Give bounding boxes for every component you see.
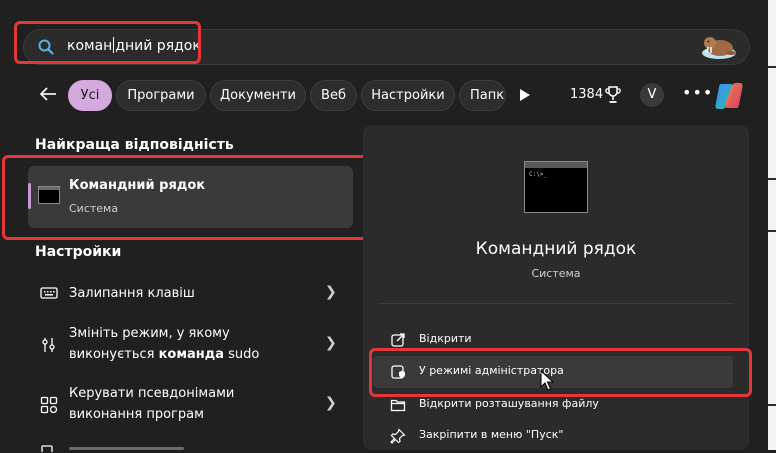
sudo-icon	[42, 338, 55, 352]
setting-label: Змініть режим, у якому виконується коман…	[69, 323, 259, 365]
search-box[interactable]: коман дний рядок	[23, 29, 750, 65]
preview-title: Командний рядок	[475, 239, 637, 259]
search-completion: дний рядок	[115, 38, 201, 54]
search-icon	[38, 39, 54, 55]
pin-icon	[390, 428, 406, 444]
play-icon[interactable]	[520, 89, 530, 101]
tab-settings[interactable]: Настройки	[361, 80, 455, 111]
tab-documents[interactable]: Документи	[210, 80, 306, 111]
edge-line	[768, 178, 776, 180]
edge-line	[768, 66, 776, 68]
tab-web[interactable]: Веб	[310, 80, 357, 111]
action-label: Відкрити	[419, 332, 472, 345]
action-open[interactable]: Відкрити	[373, 324, 733, 356]
setting-item-sudo[interactable]: Змініть режим, у якому виконується коман…	[28, 323, 353, 367]
background-window-edge	[768, 0, 776, 450]
preview-subtitle: Система	[531, 267, 581, 280]
label-part: виконується	[69, 347, 159, 362]
search-typed: коман	[67, 38, 113, 54]
chevron-right-icon: ❯	[325, 284, 337, 300]
setting-label-line2: виконується команда sudo	[69, 344, 259, 365]
setting-label: Залипання клавіш	[69, 286, 195, 301]
keyboard-icon	[40, 287, 58, 299]
app-alias-icon	[40, 396, 58, 414]
cmd-app-icon	[38, 186, 60, 204]
search-input[interactable]: коман дний рядок	[67, 37, 201, 54]
partial-icon	[41, 445, 53, 452]
action-label: Закріпити в меню "Пуск"	[419, 428, 564, 441]
preview-pane: C:\>_ Командний рядок Система Відкрити У…	[363, 125, 749, 450]
setting-item-sticky-keys[interactable]: Залипання клавіш ❯	[28, 280, 353, 308]
settings-heading: Настройки	[35, 244, 122, 260]
action-label: Відкрити розташування файлу	[419, 397, 599, 410]
setting-item-partial[interactable]	[28, 441, 353, 453]
divider	[379, 303, 733, 304]
best-match-subtitle: Система	[69, 202, 119, 215]
folder-icon	[390, 399, 406, 412]
setting-label-line1: Змініть режим, у якому	[69, 326, 230, 341]
best-match-heading: Найкраща відповідність	[35, 137, 234, 153]
cmd-large-icon: C:\>_	[524, 161, 588, 213]
selection-indicator	[28, 183, 31, 209]
best-match-item[interactable]: Командний рядок Система	[28, 166, 353, 228]
chevron-right-icon: ❯	[325, 335, 337, 351]
rewards-points: 1384	[570, 87, 604, 102]
best-match-title: Командний рядок	[69, 178, 206, 193]
setting-label-line2: виконання програм	[69, 407, 204, 422]
trophy-icon[interactable]	[605, 86, 621, 104]
action-pin-to-start[interactable]: Закріпити в меню "Пуск"	[373, 420, 733, 452]
action-open-file-location[interactable]: Відкрити розташування файлу	[373, 389, 733, 421]
setting-label: Керувати псевдонімами виконання програм	[69, 383, 234, 425]
mouse-cursor-icon	[540, 370, 554, 391]
label-part: sudo	[223, 347, 260, 362]
setting-item-app-aliases[interactable]: Керувати псевдонімами виконання програм …	[28, 383, 353, 427]
walrus-icon[interactable]	[699, 31, 739, 61]
copilot-icon[interactable]	[713, 80, 745, 112]
admin-shield-icon	[391, 365, 405, 379]
edge-line	[768, 230, 776, 232]
edge-line	[768, 404, 776, 406]
chevron-right-icon: ❯	[325, 395, 337, 411]
account-avatar[interactable]: V	[640, 83, 664, 107]
tab-folders[interactable]: Папк	[459, 80, 506, 111]
tab-all[interactable]: Усі	[68, 80, 112, 111]
tab-apps[interactable]: Програми	[116, 80, 206, 111]
back-arrow-icon[interactable]	[38, 84, 58, 104]
more-options-icon[interactable]: •••	[682, 83, 713, 102]
start-search-panel: коман дний рядок Усі Програми Документи В…	[0, 0, 768, 453]
label-bold: команда	[158, 347, 224, 362]
open-icon	[391, 333, 405, 347]
setting-label-line1: Керувати псевдонімами	[69, 386, 235, 401]
